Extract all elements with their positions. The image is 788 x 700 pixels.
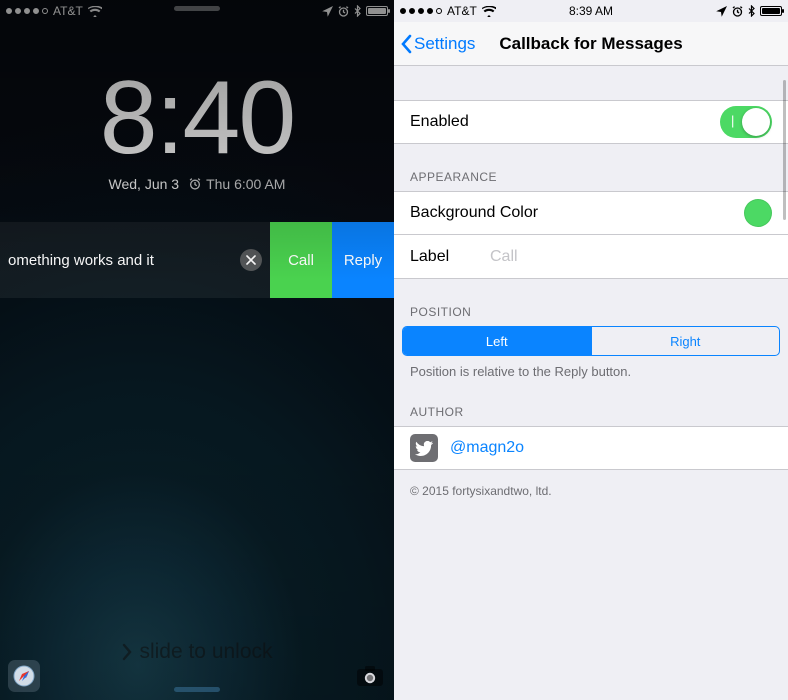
safari-icon[interactable]	[8, 660, 40, 692]
wifi-icon	[482, 6, 496, 17]
segment-left[interactable]: Left	[403, 327, 591, 355]
label-row[interactable]: Label Call	[394, 235, 788, 279]
lock-date: Wed, Jun 3	[109, 176, 180, 192]
page-title: Callback for Messages	[499, 34, 682, 54]
location-icon	[716, 6, 727, 17]
enabled-label: Enabled	[410, 113, 469, 131]
carrier-label: AT&T	[447, 4, 477, 18]
battery-icon	[760, 6, 782, 16]
battery-icon	[366, 6, 388, 16]
grabber-top[interactable]	[174, 6, 220, 11]
status-time: 8:39 AM	[569, 4, 613, 18]
dismiss-button[interactable]	[240, 249, 262, 271]
call-button[interactable]: Call	[270, 222, 332, 298]
label-field-value[interactable]: Call	[490, 248, 518, 266]
author-header: AUTHOR	[394, 405, 788, 426]
copyright: © 2015 fortysixandtwo, ltd.	[394, 470, 788, 512]
scroll-indicator	[783, 80, 786, 220]
nav-bar: Settings Callback for Messages	[394, 22, 788, 66]
cell-signal-icon	[6, 8, 48, 14]
author-row[interactable]: @magn2o	[394, 426, 788, 470]
lock-time: 8:40	[0, 66, 394, 170]
wifi-icon	[88, 6, 102, 17]
reply-button[interactable]: Reply	[332, 222, 394, 298]
background-color-swatch	[744, 199, 772, 227]
appearance-header: APPEARANCE	[394, 170, 788, 191]
position-segmented-control[interactable]: Left Right	[402, 326, 780, 356]
cell-signal-icon	[400, 8, 442, 14]
background-color-row[interactable]: Background Color	[394, 191, 788, 235]
location-icon	[322, 6, 333, 17]
back-label: Settings	[414, 34, 475, 54]
camera-icon[interactable]	[354, 660, 386, 692]
label-field-label: Label	[410, 248, 490, 266]
slide-to-unlock[interactable]: slide to unlock	[0, 640, 394, 664]
lockscreen: AT&T 8:40 Wed, Jun 3 Thu 6:00 AM omethin…	[0, 0, 394, 700]
position-header: POSITION	[394, 305, 788, 326]
enabled-toggle[interactable]	[720, 106, 772, 138]
notification-banner[interactable]: omething works and it Call Reply	[0, 222, 394, 298]
enabled-row: Enabled	[394, 100, 788, 144]
position-hint: Position is relative to the Reply button…	[394, 356, 788, 379]
next-alarm: Thu 6:00 AM	[189, 176, 285, 192]
alarm-icon	[338, 6, 349, 17]
bluetooth-icon	[748, 5, 755, 17]
settings-screen: AT&T 8:39 AM Settings Callback for Messa…	[394, 0, 788, 700]
grabber-bottom[interactable]	[174, 687, 220, 692]
slide-to-unlock-label: slide to unlock	[139, 640, 272, 664]
background-color-label: Background Color	[410, 204, 538, 222]
status-bar: AT&T	[0, 0, 394, 22]
alarm-icon	[732, 6, 743, 17]
back-button[interactable]: Settings	[400, 34, 475, 54]
twitter-icon	[410, 434, 438, 462]
bluetooth-icon	[354, 5, 361, 17]
carrier-label: AT&T	[53, 4, 83, 18]
segment-right[interactable]: Right	[591, 327, 780, 355]
status-bar: AT&T 8:39 AM	[394, 0, 788, 22]
notification-text: omething works and it	[8, 252, 230, 269]
next-alarm-label: Thu 6:00 AM	[206, 176, 285, 192]
author-handle[interactable]: @magn2o	[450, 439, 524, 457]
